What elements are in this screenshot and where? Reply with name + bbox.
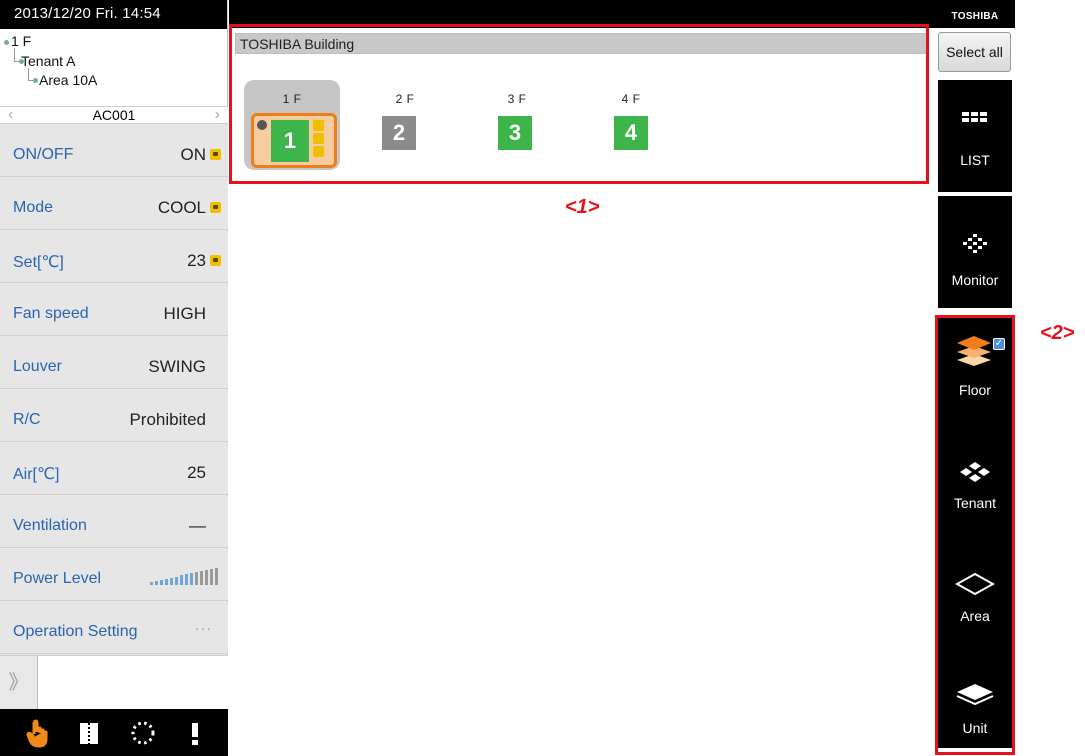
- fan-speed-value: HIGH: [163, 304, 207, 323]
- monitor-label: Monitor: [951, 272, 999, 288]
- lock-icon: [210, 202, 221, 213]
- unit-id: AC001: [92, 107, 136, 123]
- power-bar: [215, 567, 218, 585]
- setpoint-value: 23: [187, 251, 206, 270]
- annotation-box-2: [935, 315, 1015, 755]
- power-bar: [150, 582, 153, 585]
- location-tree: 1 F Tenant A Area 10A: [0, 29, 227, 107]
- unit-selector: ‹ AC001 ›: [0, 106, 228, 124]
- row-fan-speed[interactable]: Fan speed HIGH: [0, 284, 228, 336]
- power-bar: [210, 568, 213, 585]
- power-bar: [155, 580, 158, 585]
- power-bar: [190, 573, 193, 585]
- rc-value: Prohibited: [129, 410, 206, 429]
- row-setpoint[interactable]: Set[℃] 23: [0, 231, 228, 283]
- row-onoff[interactable]: ON/OFF ON: [0, 125, 228, 177]
- row-remote-control[interactable]: R/C Prohibited: [0, 390, 228, 442]
- air-temp-label: Air[℃]: [13, 466, 60, 483]
- power-bar: [205, 569, 208, 585]
- power-bar: [200, 571, 203, 585]
- monitor-view-button[interactable]: Monitor: [938, 196, 1012, 308]
- row-air-temp: Air[℃] 25: [0, 443, 228, 495]
- annotation-label-2: <2>: [1040, 322, 1075, 344]
- datetime-display: 2013/12/20 Fri. 14:54: [0, 0, 227, 29]
- tree-node-icon: [33, 78, 38, 83]
- annotation-label-1: <1>: [565, 196, 600, 218]
- tree-tenant[interactable]: Tenant A: [21, 53, 76, 69]
- air-temp-value: 25: [187, 463, 206, 482]
- hand-touch-icon[interactable]: [22, 718, 52, 748]
- rc-label: R/C: [13, 411, 41, 428]
- ventilation-label: Ventilation: [13, 517, 87, 534]
- mode-label: Mode: [13, 199, 54, 216]
- dotted-circle-icon[interactable]: [128, 718, 158, 748]
- next-unit-arrow-icon[interactable]: ›: [215, 107, 220, 123]
- unit-status-panel: 2013/12/20 Fri. 14:54 1 F Tenant A Area …: [0, 0, 228, 756]
- schedule-book-icon[interactable]: [74, 718, 104, 748]
- tree-node-icon: [4, 40, 9, 45]
- tree-connector: [14, 48, 15, 61]
- power-bar: [160, 579, 163, 585]
- brand-logo: TOSHIBA: [935, 0, 1015, 28]
- power-bar: [180, 575, 183, 585]
- power-bar: [170, 577, 173, 585]
- mode-value: COOL: [157, 198, 206, 217]
- monitor-grid-icon: [963, 234, 987, 253]
- floor-map-area: TOSHIBA Building 1 F 1 2 F 2 3 F 3 4 F 4…: [229, 0, 935, 756]
- tree-floor[interactable]: 1 F: [11, 33, 31, 49]
- power-level-bars-icon: [150, 567, 220, 585]
- fan-speed-label: Fan speed: [13, 305, 89, 322]
- expand-area: 》: [0, 655, 228, 710]
- lock-icon: [210, 255, 221, 266]
- row-louver[interactable]: Louver SWING: [0, 337, 228, 389]
- onoff-value: ON: [180, 145, 207, 164]
- bottom-toolbar: [0, 709, 228, 756]
- power-bar: [165, 578, 168, 585]
- more-dots-icon: ···: [195, 620, 212, 636]
- onoff-label: ON/OFF: [13, 146, 74, 163]
- list-label: LIST: [960, 152, 990, 168]
- operation-setting-label: Operation Setting: [13, 623, 138, 640]
- expand-panel-button[interactable]: 》: [0, 656, 38, 710]
- louver-value: SWING: [148, 357, 206, 376]
- power-bar: [185, 574, 188, 585]
- row-power-level: Power Level: [0, 549, 228, 601]
- list-view-button[interactable]: LIST: [938, 80, 1012, 192]
- tree-area[interactable]: Area 10A: [39, 72, 97, 88]
- setpoint-label: Set[℃]: [13, 254, 64, 271]
- tree-connector: [28, 68, 29, 80]
- louver-label: Louver: [13, 358, 62, 375]
- row-mode[interactable]: Mode COOL: [0, 178, 228, 230]
- power-bar: [195, 572, 198, 585]
- lock-icon: [210, 149, 221, 160]
- power-bar: [175, 576, 178, 585]
- prev-unit-arrow-icon[interactable]: ‹: [8, 107, 13, 123]
- row-operation-setting[interactable]: Operation Setting ···: [0, 602, 228, 654]
- row-ventilation[interactable]: Ventilation —: [0, 496, 228, 548]
- power-level-label: Power Level: [13, 570, 102, 587]
- annotation-box-1: [229, 24, 929, 184]
- view-navigation: TOSHIBA Select all LIST Monitor ✓ Floor: [935, 0, 1085, 756]
- alert-exclamation-icon[interactable]: [180, 718, 210, 748]
- list-grid-icon: [962, 112, 987, 122]
- select-all-button[interactable]: Select all: [938, 32, 1011, 72]
- ventilation-value: —: [189, 516, 206, 535]
